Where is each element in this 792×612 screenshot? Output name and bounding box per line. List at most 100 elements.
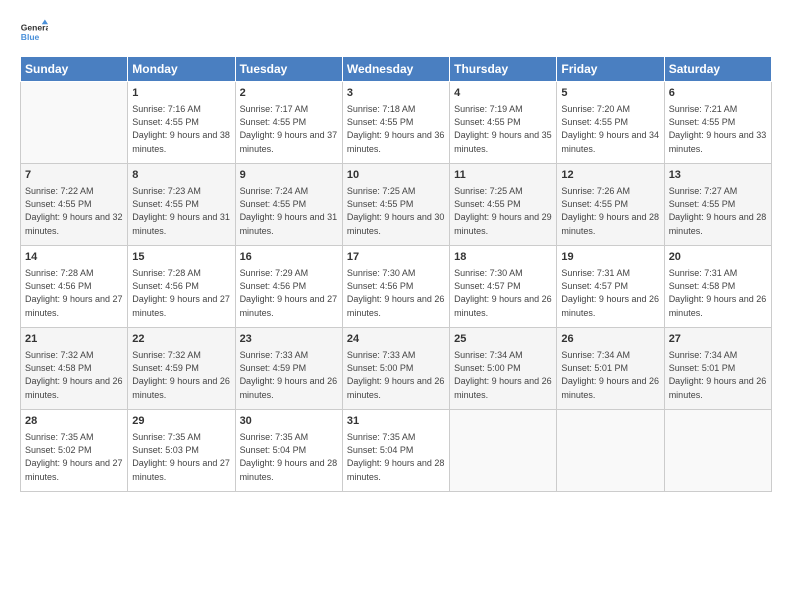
- day-number: 5: [561, 86, 659, 101]
- calendar-cell: 16Sunrise: 7:29 AMSunset: 4:56 PMDayligh…: [235, 246, 342, 328]
- calendar-cell: 11 Sunrise: 7:25 AMSunset: 4:55 PMDayligh…: [450, 164, 557, 246]
- calendar-cell: 4Sunrise: 7:19 AMSunset: 4:55 PMDaylight…: [450, 82, 557, 164]
- calendar-cell: 28 Sunrise: 7:35 AMSunset: 5:02 PMDayligh…: [21, 410, 128, 492]
- day-info: Sunrise: 7:33 AMSunset: 4:59 PMDaylight:…: [240, 349, 338, 401]
- day-info: Sunrise: 7:34 AMSunset: 5:01 PMDaylight:…: [669, 349, 767, 401]
- day-info: Sunrise: 7:18 AMSunset: 4:55 PMDaylight:…: [347, 103, 445, 155]
- weekday-header-saturday: Saturday: [664, 57, 771, 82]
- day-number: 15: [132, 250, 230, 265]
- calendar-cell: 17Sunrise: 7:30 AMSunset: 4:56 PMDayligh…: [342, 246, 449, 328]
- day-info: Sunrise: 7:28 AMSunset: 4:56 PMDaylight:…: [132, 267, 230, 319]
- calendar-cell: 12 Sunrise: 7:26 AMSunset: 4:55 PMDayligh…: [557, 164, 664, 246]
- day-number: 7: [25, 168, 123, 183]
- calendar-cell: 18 Sunrise: 7:30 AMSunset: 4:57 PMDayligh…: [450, 246, 557, 328]
- day-number: 24: [347, 332, 445, 347]
- logo: General Blue: [20, 18, 48, 46]
- day-number: 12: [561, 168, 659, 183]
- day-number: 1: [132, 86, 230, 101]
- calendar-cell: 23 Sunrise: 7:33 AMSunset: 4:59 PMDayligh…: [235, 328, 342, 410]
- day-info: Sunrise: 7:35 AMSunset: 5:02 PMDaylight:…: [25, 431, 123, 483]
- weekday-header-wednesday: Wednesday: [342, 57, 449, 82]
- calendar-cell: 14 Sunrise: 7:28 AMSunset: 4:56 PMDayligh…: [21, 246, 128, 328]
- day-info: Sunrise: 7:30 AMSunset: 4:56 PMDaylight:…: [347, 267, 445, 319]
- day-info: Sunrise: 7:25 AMSunset: 4:55 PMDaylight:…: [454, 185, 552, 237]
- day-info: Sunrise: 7:28 AMSunset: 4:56 PMDaylight:…: [25, 267, 123, 319]
- day-number: 19: [561, 250, 659, 265]
- day-info: Sunrise: 7:35 AMSunset: 5:04 PMDaylight:…: [240, 431, 338, 483]
- calendar-cell: 7 Sunrise: 7:22 AMSunset: 4:55 PMDaylight…: [21, 164, 128, 246]
- svg-text:Blue: Blue: [21, 32, 40, 42]
- calendar-table: SundayMondayTuesdayWednesdayThursdayFrid…: [20, 56, 772, 492]
- week-row-4: 21Sunrise: 7:32 AMSunset: 4:58 PMDayligh…: [21, 328, 772, 410]
- day-info: Sunrise: 7:27 AMSunset: 4:55 PMDaylight:…: [669, 185, 767, 237]
- calendar-cell: 26 Sunrise: 7:34 AMSunset: 5:01 PMDayligh…: [557, 328, 664, 410]
- day-number: 9: [240, 168, 338, 183]
- day-number: 8: [132, 168, 230, 183]
- week-row-5: 28 Sunrise: 7:35 AMSunset: 5:02 PMDayligh…: [21, 410, 772, 492]
- day-info: Sunrise: 7:29 AMSunset: 4:56 PMDaylight:…: [240, 267, 338, 319]
- calendar-cell: [664, 410, 771, 492]
- calendar-cell: [450, 410, 557, 492]
- calendar-cell: 5 Sunrise: 7:20 AMSunset: 4:55 PMDaylight…: [557, 82, 664, 164]
- calendar-cell: 24 Sunrise: 7:33 AMSunset: 5:00 PMDayligh…: [342, 328, 449, 410]
- day-info: Sunrise: 7:33 AMSunset: 5:00 PMDaylight:…: [347, 349, 445, 401]
- day-number: 4: [454, 86, 552, 101]
- calendar-cell: 8Sunrise: 7:23 AMSunset: 4:55 PMDaylight…: [128, 164, 235, 246]
- weekday-header-thursday: Thursday: [450, 57, 557, 82]
- calendar-cell: 6 Sunrise: 7:21 AMSunset: 4:55 PMDaylight…: [664, 82, 771, 164]
- day-number: 20: [669, 250, 767, 265]
- day-info: Sunrise: 7:34 AMSunset: 5:01 PMDaylight:…: [561, 349, 659, 401]
- week-row-3: 14 Sunrise: 7:28 AMSunset: 4:56 PMDayligh…: [21, 246, 772, 328]
- day-info: Sunrise: 7:30 AMSunset: 4:57 PMDaylight:…: [454, 267, 552, 319]
- day-info: Sunrise: 7:35 AMSunset: 5:04 PMDaylight:…: [347, 431, 445, 483]
- day-info: Sunrise: 7:22 AMSunset: 4:55 PMDaylight:…: [25, 185, 123, 237]
- day-info: Sunrise: 7:20 AMSunset: 4:55 PMDaylight:…: [561, 103, 659, 155]
- calendar-cell: 21Sunrise: 7:32 AMSunset: 4:58 PMDayligh…: [21, 328, 128, 410]
- day-info: Sunrise: 7:32 AMSunset: 4:58 PMDaylight:…: [25, 349, 123, 401]
- weekday-header-sunday: Sunday: [21, 57, 128, 82]
- day-number: 25: [454, 332, 552, 347]
- weekday-header-row: SundayMondayTuesdayWednesdayThursdayFrid…: [21, 57, 772, 82]
- day-info: Sunrise: 7:26 AMSunset: 4:55 PMDaylight:…: [561, 185, 659, 237]
- weekday-header-monday: Monday: [128, 57, 235, 82]
- calendar-cell: 25 Sunrise: 7:34 AMSunset: 5:00 PMDayligh…: [450, 328, 557, 410]
- weekday-header-friday: Friday: [557, 57, 664, 82]
- calendar-page: General Blue SundayMondayTuesdayWednesda…: [0, 0, 792, 612]
- week-row-1: 1 Sunrise: 7:16 AMSunset: 4:55 PMDaylight…: [21, 82, 772, 164]
- day-info: Sunrise: 7:24 AMSunset: 4:55 PMDaylight:…: [240, 185, 338, 237]
- calendar-cell: 3Sunrise: 7:18 AMSunset: 4:55 PMDaylight…: [342, 82, 449, 164]
- week-row-2: 7 Sunrise: 7:22 AMSunset: 4:55 PMDaylight…: [21, 164, 772, 246]
- logo-icon: General Blue: [20, 18, 48, 46]
- page-header: General Blue: [20, 18, 772, 46]
- calendar-cell: 27 Sunrise: 7:34 AMSunset: 5:01 PMDayligh…: [664, 328, 771, 410]
- day-number: 28: [25, 414, 123, 429]
- calendar-cell: 29Sunrise: 7:35 AMSunset: 5:03 PMDayligh…: [128, 410, 235, 492]
- day-number: 14: [25, 250, 123, 265]
- calendar-cell: 31Sunrise: 7:35 AMSunset: 5:04 PMDayligh…: [342, 410, 449, 492]
- weekday-header-tuesday: Tuesday: [235, 57, 342, 82]
- day-info: Sunrise: 7:21 AMSunset: 4:55 PMDaylight:…: [669, 103, 767, 155]
- calendar-cell: 1 Sunrise: 7:16 AMSunset: 4:55 PMDaylight…: [128, 82, 235, 164]
- day-number: 27: [669, 332, 767, 347]
- day-info: Sunrise: 7:25 AMSunset: 4:55 PMDaylight:…: [347, 185, 445, 237]
- day-number: 26: [561, 332, 659, 347]
- day-number: 2: [240, 86, 338, 101]
- day-number: 11: [454, 168, 552, 183]
- day-number: 30: [240, 414, 338, 429]
- day-number: 13: [669, 168, 767, 183]
- day-number: 23: [240, 332, 338, 347]
- day-info: Sunrise: 7:34 AMSunset: 5:00 PMDaylight:…: [454, 349, 552, 401]
- calendar-cell: 22Sunrise: 7:32 AMSunset: 4:59 PMDayligh…: [128, 328, 235, 410]
- day-number: 6: [669, 86, 767, 101]
- calendar-cell: 9 Sunrise: 7:24 AMSunset: 4:55 PMDaylight…: [235, 164, 342, 246]
- calendar-cell: 20Sunrise: 7:31 AMSunset: 4:58 PMDayligh…: [664, 246, 771, 328]
- day-info: Sunrise: 7:17 AMSunset: 4:55 PMDaylight:…: [240, 103, 338, 155]
- day-number: 10: [347, 168, 445, 183]
- day-info: Sunrise: 7:32 AMSunset: 4:59 PMDaylight:…: [132, 349, 230, 401]
- calendar-cell: 13 Sunrise: 7:27 AMSunset: 4:55 PMDayligh…: [664, 164, 771, 246]
- day-info: Sunrise: 7:35 AMSunset: 5:03 PMDaylight:…: [132, 431, 230, 483]
- calendar-cell: 30 Sunrise: 7:35 AMSunset: 5:04 PMDayligh…: [235, 410, 342, 492]
- day-number: 18: [454, 250, 552, 265]
- calendar-cell: [557, 410, 664, 492]
- day-info: Sunrise: 7:16 AMSunset: 4:55 PMDaylight:…: [132, 103, 230, 155]
